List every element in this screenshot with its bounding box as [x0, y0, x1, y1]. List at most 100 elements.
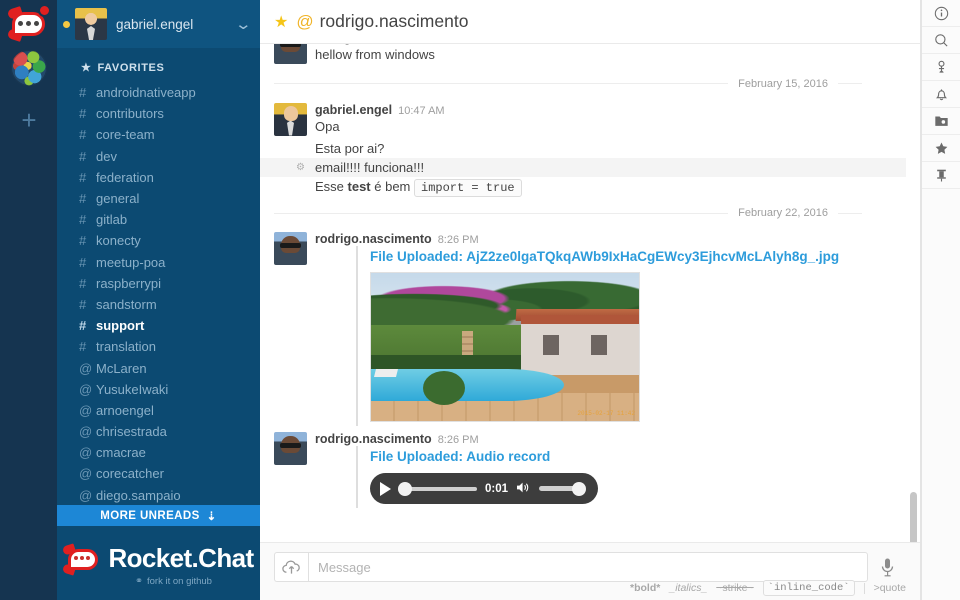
audio-attachment: File Uploaded: Audio record 0:01: [356, 446, 906, 508]
attachment-title-link[interactable]: File Uploaded: Audio record: [370, 449, 550, 464]
audio-duration: 0:01: [485, 482, 509, 495]
sidebar-item-meetup-poa[interactable]: # meetup-poa: [57, 252, 260, 273]
message-text-formatted: Esse test é bem import = true: [260, 177, 906, 197]
sidebar-item-label: chrisestrada: [96, 424, 167, 440]
sidebar-item-label: androidnativeapp: [96, 85, 196, 101]
cloud-upload-icon[interactable]: [274, 552, 308, 582]
unread-badge-icon: [38, 4, 51, 17]
message-text-content: Esta por ai?: [315, 141, 385, 156]
message-author[interactable]: gabriel.engel 10:47 AM: [315, 103, 906, 117]
sidebar-item-raspberrypi[interactable]: # raspberrypi: [57, 273, 260, 294]
sidebar-section-favorites: ★ FAVORITES: [57, 48, 260, 82]
at-icon: @: [79, 445, 93, 461]
sidebar-user-header[interactable]: gabriel.engel ⌄: [57, 0, 260, 48]
sidebar-item-label: gitlab: [96, 212, 128, 228]
volume-icon[interactable]: [516, 481, 531, 496]
fork-on-github-link[interactable]: ⚭ fork it on github: [105, 576, 212, 587]
sidebar-item-chrisestrada[interactable]: @ chrisestrada: [57, 421, 260, 442]
sidebar-item-federation[interactable]: # federation: [57, 167, 260, 188]
divider-line: [838, 83, 862, 84]
volume-handle[interactable]: [572, 481, 587, 496]
at-icon: @: [79, 402, 93, 418]
divider-line: [838, 212, 862, 214]
tab-search[interactable]: [922, 27, 960, 54]
inline-code: import = true: [414, 179, 522, 197]
rocketchat-app: + gabriel.engel ⌄ ★ FAVORITES # androidna…: [0, 0, 960, 600]
sidebar-item-label: core-team: [96, 127, 155, 143]
hash-icon: #: [79, 106, 87, 122]
sidebar-item-translation[interactable]: # translation: [57, 336, 260, 357]
volume-slider[interactable]: [539, 481, 587, 496]
hash-icon: #: [79, 127, 87, 143]
sidebar-footer: Rocket.Chat ⚭ fork it on github: [57, 526, 260, 600]
audio-progress-slider[interactable]: [398, 481, 477, 496]
hint-strike: ~strike~: [716, 582, 754, 594]
at-icon: @: [79, 360, 93, 376]
play-icon[interactable]: [380, 481, 391, 496]
more-unreads-button[interactable]: MORE UNREADS ⇣: [57, 505, 260, 526]
hash-icon: #: [79, 275, 87, 291]
sidebar-section-label: FAVORITES: [97, 61, 165, 74]
tab-members[interactable]: [922, 54, 960, 81]
arrow-down-icon: ⇣: [206, 510, 217, 523]
message-author[interactable]: rodrigo.nascimento 8:26 PM: [315, 232, 906, 246]
tab-pinned[interactable]: [922, 162, 960, 189]
sidebar-item-corecatcher[interactable]: @ corecatcher: [57, 463, 260, 484]
audio-progress-handle[interactable]: [398, 481, 412, 496]
formatting-hints: *bold* _italics_ ~strike~ `inline_code` …: [630, 580, 906, 596]
microphone-icon[interactable]: [868, 552, 906, 582]
rocketchat-logo-icon[interactable]: [6, 4, 51, 44]
attachment-image[interactable]: 2015-02-17 11:42: [370, 272, 640, 422]
sidebar-item-diego.sampaio[interactable]: @ diego.sampaio: [57, 485, 260, 506]
message-list[interactable]: rodrigo.nascimento9:52 AMhellow from win…: [260, 44, 920, 542]
avatar: [274, 102, 307, 136]
sidebar-item-sandstorm[interactable]: # sandstorm: [57, 294, 260, 315]
sidebar-username: gabriel.engel: [116, 16, 194, 32]
audio-player[interactable]: 0:01: [370, 473, 598, 504]
message-author[interactable]: rodrigo.nascimento 8:26 PM: [315, 432, 906, 446]
tab-files[interactable]: [922, 108, 960, 135]
room-toolbar: [921, 0, 960, 600]
message-timestamp: 8:26 PM: [437, 434, 479, 446]
sidebar-item-label: meetup-poa: [96, 254, 166, 270]
hash-icon: #: [79, 212, 87, 228]
sidebar-item-yusukeiwaki[interactable]: @ YusukeIwaki: [57, 379, 260, 400]
page-title: rodrigo.nascimento: [319, 11, 469, 31]
room-sigil: @: [296, 11, 314, 31]
tab-info[interactable]: [922, 0, 960, 27]
rich-middle: é bem: [370, 179, 414, 194]
date-divider: February 22, 2016: [260, 197, 906, 229]
hash-icon: #: [79, 85, 87, 101]
sidebar-item-support[interactable]: # support: [57, 315, 260, 336]
message-text: hellow from windows: [315, 47, 435, 62]
chevron-down-icon[interactable]: ⌄: [235, 17, 253, 32]
message-input[interactable]: [308, 552, 868, 582]
sidebar-item-label: McLaren: [96, 360, 147, 376]
attachment-title-link[interactable]: File Uploaded: AjZ2ze0lgaTQkqAWb9IxHaCgE…: [370, 249, 839, 264]
sidebar-item-label: sandstorm: [96, 296, 157, 312]
sidebar-item-dev[interactable]: # dev: [57, 146, 260, 167]
sidebar-item-contributors[interactable]: # contributors: [57, 103, 260, 124]
sidebar-item-core-team[interactable]: # core-team: [57, 124, 260, 145]
sidebar-item-konecty[interactable]: # konecty: [57, 230, 260, 251]
at-icon: @: [79, 466, 93, 482]
server-globe-icon[interactable]: [11, 50, 47, 86]
hash-icon: #: [79, 169, 87, 185]
tab-notifications[interactable]: [922, 81, 960, 108]
star-icon[interactable]: ★: [274, 12, 288, 32]
sidebar-item-androidnativeapp[interactable]: # androidnativeapp: [57, 82, 260, 103]
message: rodrigo.nascimento9:52 AMhellow from win…: [260, 44, 906, 68]
tab-starred[interactable]: [922, 135, 960, 162]
presence-status-icon: [63, 20, 70, 28]
sidebar-item-arnoengel[interactable]: @ arnoengel: [57, 400, 260, 421]
message-scrollbar[interactable]: [910, 492, 917, 542]
sidebar-item-general[interactable]: # general: [57, 188, 260, 209]
avatar: [274, 432, 307, 465]
message-text: ⚙ email!!!! funciona!!!: [260, 158, 906, 177]
message-composer: *bold* _italics_ ~strike~ `inline_code` …: [260, 542, 920, 600]
sidebar-item-gitlab[interactable]: # gitlab: [57, 209, 260, 230]
add-server-button[interactable]: +: [18, 107, 40, 133]
sidebar-item-cmacrae[interactable]: @ cmacrae: [57, 442, 260, 463]
sidebar-item-mclaren[interactable]: @ McLaren: [57, 357, 260, 378]
hash-icon: #: [79, 254, 87, 270]
